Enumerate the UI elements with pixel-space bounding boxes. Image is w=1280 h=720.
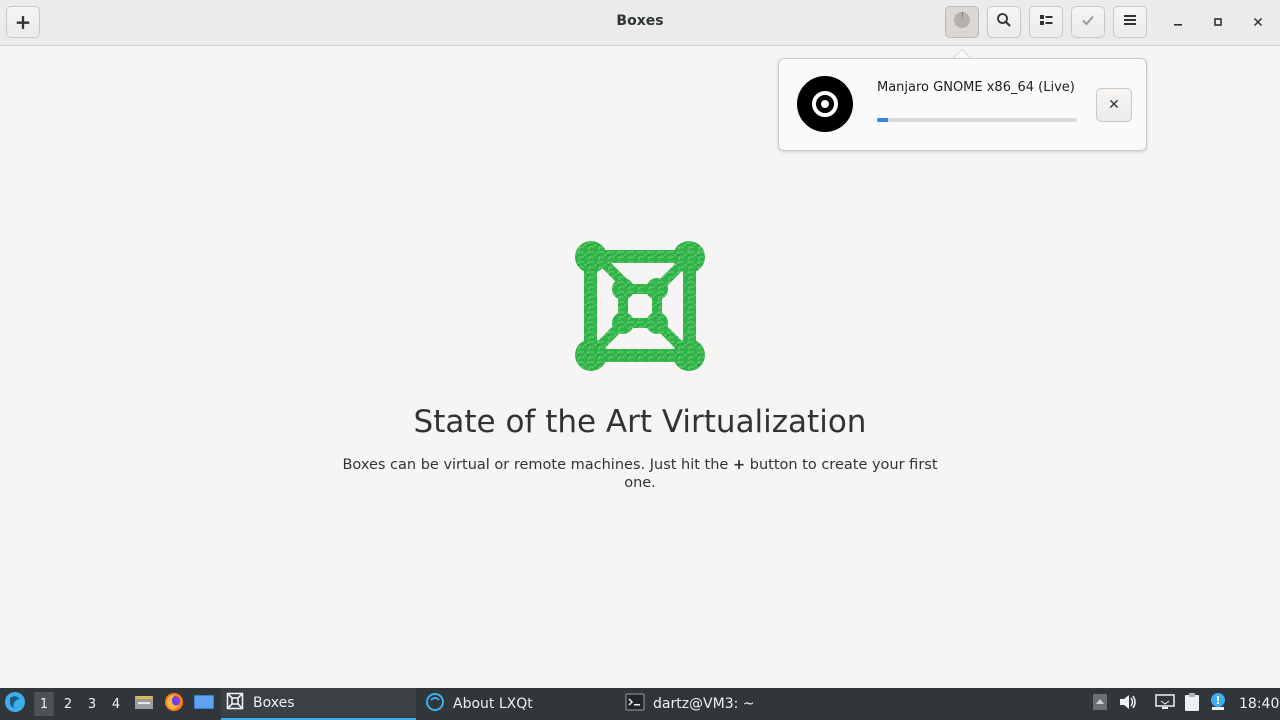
- desktop-icon: [193, 692, 215, 716]
- network-button[interactable]: [1155, 694, 1175, 714]
- speaker-icon: [1118, 693, 1138, 715]
- task-about-lxqt[interactable]: About LXQt: [421, 688, 616, 720]
- view-toggle-button[interactable]: [1029, 6, 1063, 38]
- empty-state-title: State of the Art Virtualization: [413, 404, 867, 440]
- network-icon: [1155, 693, 1175, 715]
- checkmark-icon: [1080, 12, 1096, 32]
- plus-glyph: +: [732, 457, 746, 473]
- empty-state-description: Boxes can be virtual or remote machines.…: [340, 456, 940, 492]
- terminal-icon: [625, 692, 645, 716]
- cancel-download-button[interactable]: ✕: [1096, 88, 1132, 122]
- close-icon: ✕: [1108, 97, 1120, 113]
- description-text-start: Boxes can be virtual or remote machines.…: [342, 457, 733, 473]
- taskbar: 1 2 3 4 Boxes About LXQt dartz@VM3: ~ 18…: [0, 688, 1280, 720]
- boxes-icon: [225, 691, 245, 715]
- workspace-2[interactable]: 2: [58, 692, 78, 716]
- search-button[interactable]: [987, 6, 1021, 38]
- file-manager-icon: [134, 692, 154, 716]
- clipboard-icon: [1182, 692, 1202, 716]
- task-boxes[interactable]: Boxes: [221, 688, 416, 720]
- close-icon: [1253, 16, 1263, 30]
- plus-icon: +: [14, 10, 32, 34]
- new-box-button[interactable]: +: [6, 6, 40, 38]
- chevron-up-icon: [1092, 693, 1108, 715]
- download-item-name: Manjaro GNOME x86_64 (Live): [877, 80, 1075, 95]
- lxqt-logo-icon: [4, 691, 26, 717]
- workspace-1[interactable]: 1: [34, 692, 54, 716]
- firefox-launcher[interactable]: [164, 688, 184, 720]
- progress-pie-icon: [953, 11, 971, 33]
- search-icon: [996, 12, 1012, 32]
- hamburger-menu-icon: [1122, 12, 1138, 32]
- tray-expand-button[interactable]: [1090, 694, 1110, 714]
- maximize-icon: [1213, 16, 1223, 30]
- task-label: About LXQt: [453, 696, 533, 712]
- start-menu-button[interactable]: [4, 688, 26, 720]
- list-view-icon: [1038, 12, 1054, 32]
- desktop-launcher[interactable]: [193, 688, 215, 720]
- download-progress-bar: [877, 118, 1077, 122]
- file-manager-launcher[interactable]: [134, 688, 154, 720]
- header-bar: + Boxes: [0, 0, 1280, 46]
- maximize-button[interactable]: [1206, 11, 1230, 35]
- downloads-popover: Manjaro GNOME x86_64 (Live) ✕: [778, 58, 1147, 151]
- main-menu-button[interactable]: [1113, 6, 1147, 38]
- workspace-4[interactable]: 4: [106, 692, 126, 716]
- volume-button[interactable]: [1118, 694, 1138, 714]
- clock[interactable]: 18:40: [1239, 688, 1279, 720]
- select-button[interactable]: [1071, 6, 1105, 38]
- downloads-button[interactable]: [945, 6, 979, 38]
- notification-icon: [1208, 692, 1228, 716]
- boxes-logo: [574, 240, 706, 372]
- firefox-icon: [164, 692, 184, 716]
- workspace-3[interactable]: 3: [82, 692, 102, 716]
- clipboard-button[interactable]: [1182, 692, 1202, 716]
- notifications-button[interactable]: [1208, 692, 1228, 716]
- disc-icon: [797, 76, 853, 132]
- minimize-button[interactable]: [1166, 11, 1190, 35]
- task-label: dartz@VM3: ~: [653, 696, 755, 712]
- task-label: Boxes: [253, 695, 295, 711]
- lxqt-icon: [425, 692, 445, 716]
- task-terminal[interactable]: dartz@VM3: ~: [621, 688, 816, 720]
- download-progress-fill: [877, 118, 888, 122]
- minimize-icon: [1173, 16, 1183, 30]
- close-window-button[interactable]: [1246, 11, 1270, 35]
